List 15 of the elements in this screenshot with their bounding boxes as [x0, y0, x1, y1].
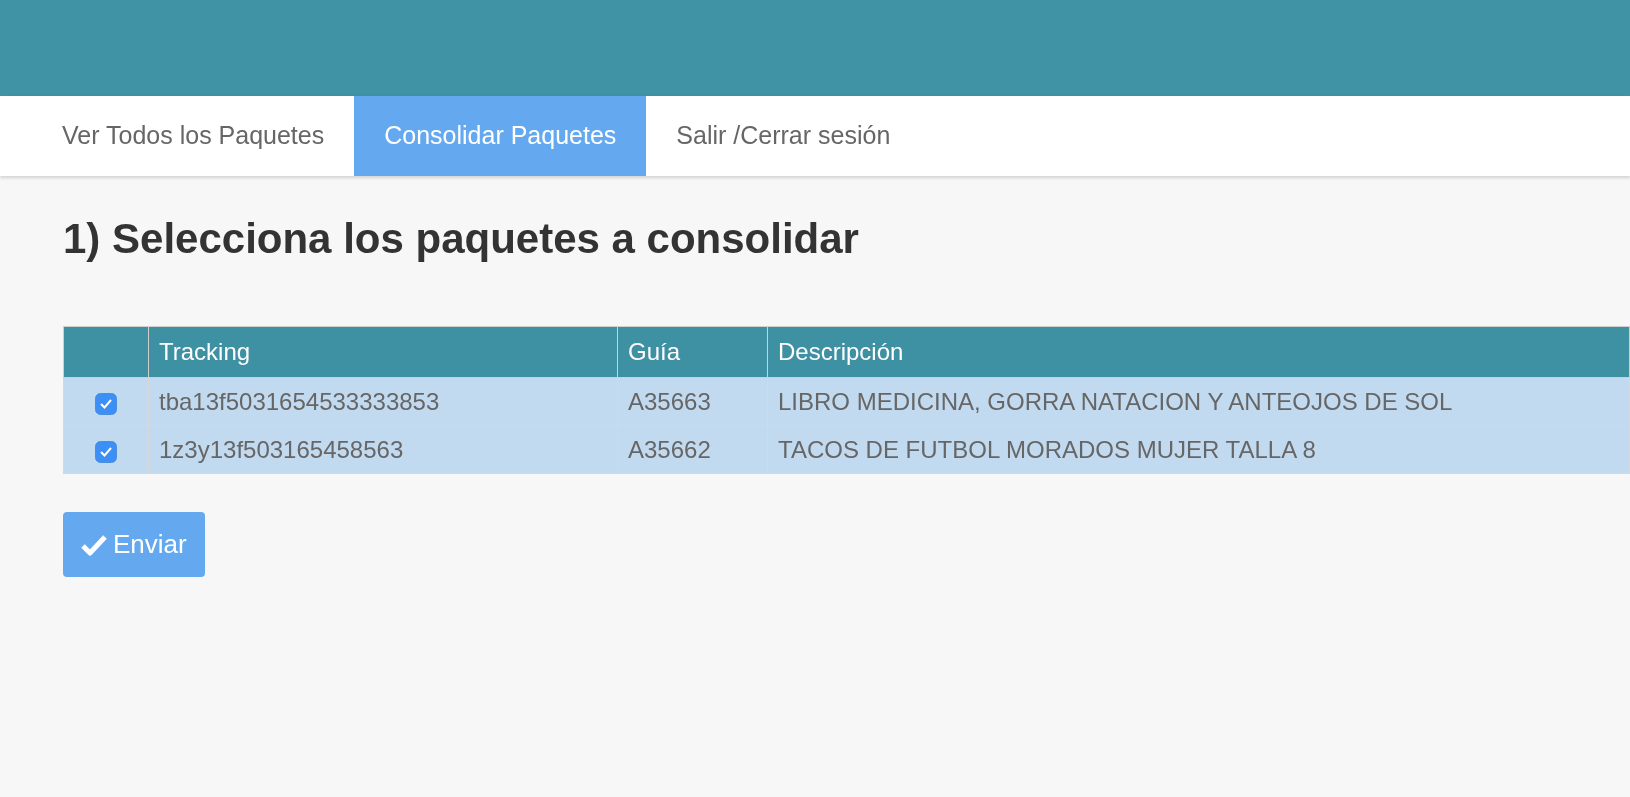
checkmark-icon — [81, 533, 107, 556]
table-cell: TACOS DE FUTBOL MORADOS MUJER TALLA 8 — [767, 425, 1630, 474]
table-cell: LIBRO MEDICINA, GORRA NATACION Y ANTEOJOS DE SOL — [767, 377, 1630, 426]
table-cell: A35663 — [617, 377, 768, 426]
nav-tab[interactable]: Ver Todos los Paquetes — [32, 96, 355, 176]
table-cell: tba13f5031654533333853 — [148, 377, 618, 426]
table-cell: A35662 — [617, 425, 768, 474]
table-cell: 1z3y13f503165458563 — [148, 425, 618, 474]
column-header: Descripción — [767, 326, 1630, 378]
nav-tab[interactable]: Salir /Cerrar sesión — [646, 96, 921, 176]
checkbox[interactable] — [95, 392, 117, 415]
column-header: Guía — [617, 326, 768, 378]
column-header: Tracking — [148, 326, 618, 378]
checkbox[interactable] — [95, 440, 117, 463]
page-heading: 1) Selecciona los paquetes a consolidar — [63, 214, 860, 264]
